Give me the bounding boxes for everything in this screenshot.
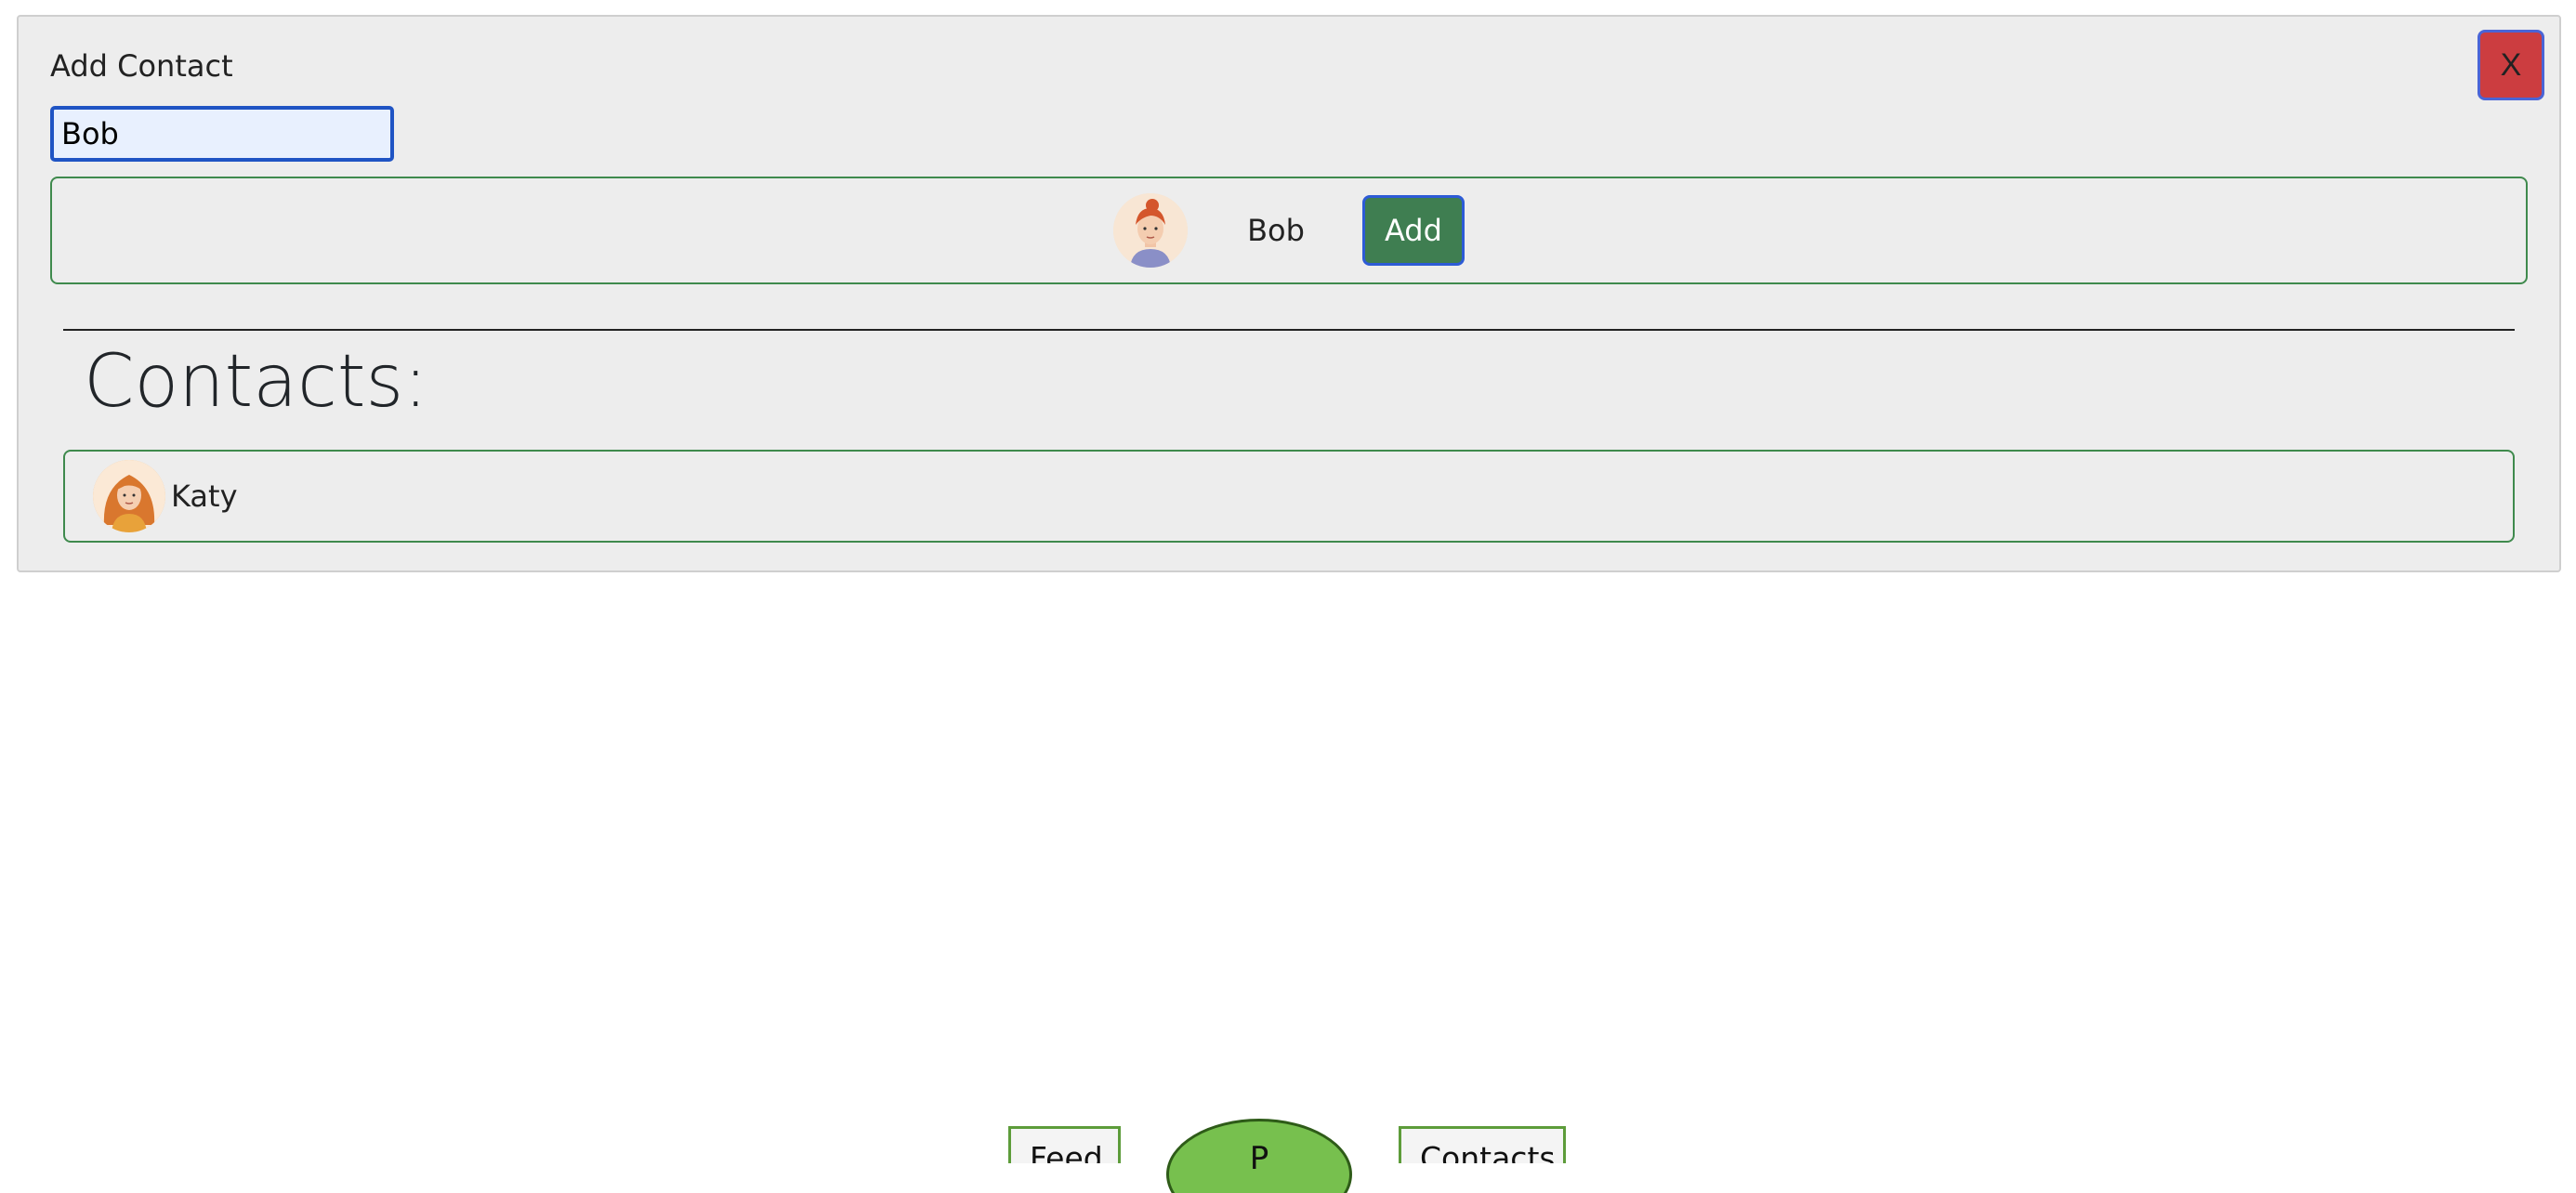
divider — [63, 329, 2515, 331]
nav-tab-feed[interactable]: Feed — [1008, 1126, 1121, 1163]
contact-list-item[interactable]: Katy — [63, 450, 2515, 543]
nav-tab-contacts[interactable]: Contacts — [1399, 1126, 1566, 1163]
nav-home-button[interactable]: P — [1166, 1119, 1352, 1193]
contacts-heading: Contacts: — [84, 340, 428, 424]
add-contact-modal: Add Contact X Bob Add Contacts: — [17, 15, 2561, 572]
avatar-woman-long-hair-icon — [93, 460, 165, 532]
add-contact-button[interactable]: Add — [1361, 195, 1465, 266]
contact-name: Katy — [171, 479, 238, 514]
close-button[interactable]: X — [2477, 30, 2544, 100]
avatar-woman-red-bun-icon — [1113, 193, 1189, 268]
modal-title: Add Contact — [50, 48, 233, 84]
contact-search-input[interactable] — [50, 106, 394, 162]
search-result-card: Bob Add — [50, 177, 2528, 284]
search-result-name: Bob — [1247, 213, 1305, 248]
